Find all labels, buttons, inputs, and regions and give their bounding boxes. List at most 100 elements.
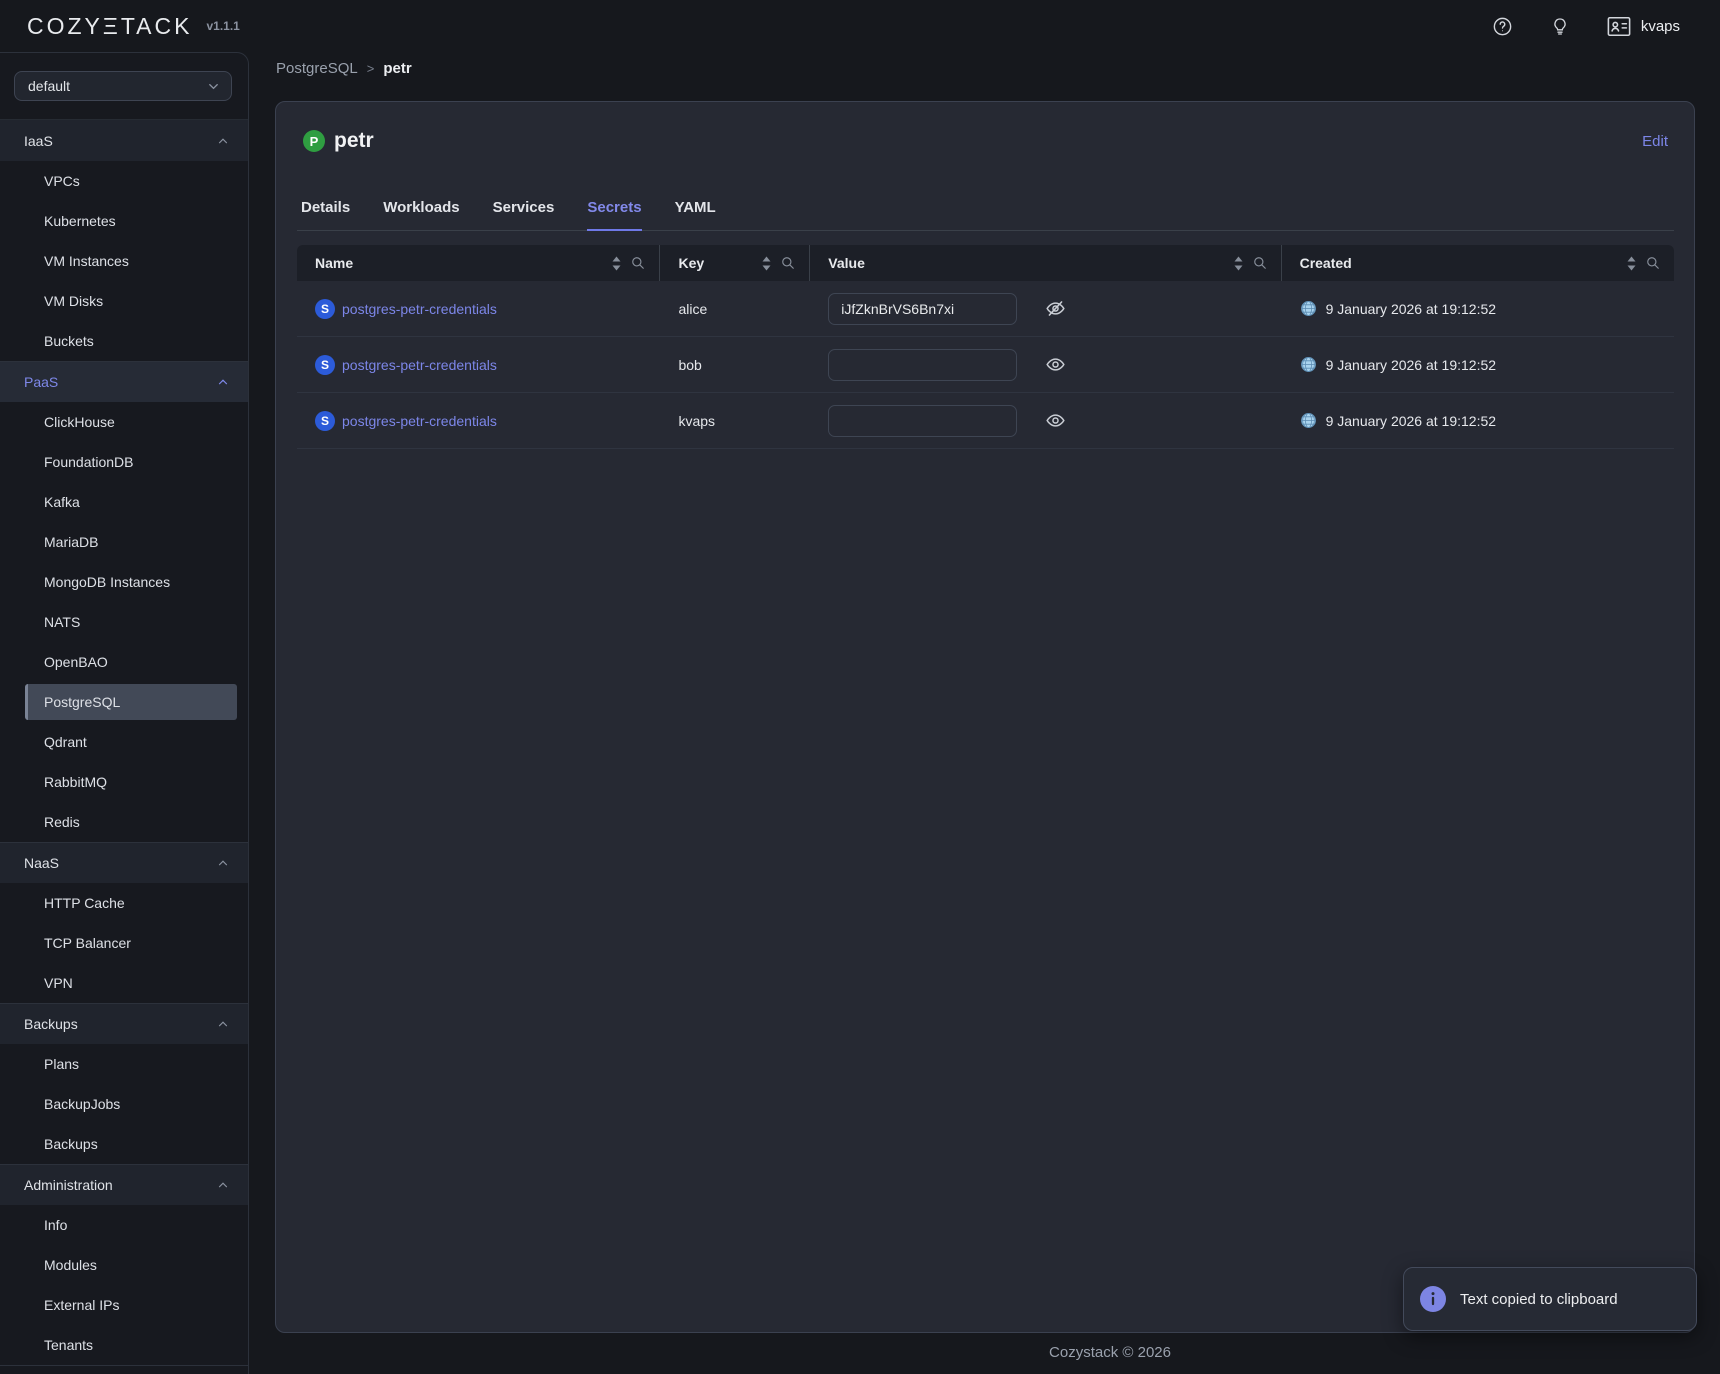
sidebar-item-clickhouse[interactable]: ClickHouse: [0, 402, 248, 442]
sidebar-item-label: MongoDB Instances: [44, 574, 170, 590]
tab-details[interactable]: Details: [301, 193, 350, 230]
section-header-backups[interactable]: Backups: [0, 1003, 248, 1044]
resource-card: P petr Edit DetailsWorkloadsServicesSecr…: [275, 101, 1695, 1333]
sidebar-item-kubernetes[interactable]: Kubernetes: [0, 201, 248, 241]
section-header-administration[interactable]: Administration: [0, 1164, 248, 1205]
sidebar-item-openbao[interactable]: OpenBAO: [0, 642, 248, 682]
secret-key: bob: [678, 357, 701, 373]
resource-badge: P: [303, 130, 325, 152]
search-icon[interactable]: [1253, 256, 1267, 270]
chevron-up-icon: [216, 375, 230, 389]
sidebar-item-vpn[interactable]: VPN: [0, 963, 248, 1003]
sidebar-item-backupjobs[interactable]: BackupJobs: [0, 1084, 248, 1124]
sidebar-item-backups[interactable]: Backups: [0, 1124, 248, 1164]
sidebar-item-rabbitmq[interactable]: RabbitMQ: [0, 762, 248, 802]
toggle-visibility-button[interactable]: [1045, 298, 1066, 319]
column-controls: [1233, 256, 1267, 271]
sort-icon[interactable]: [1626, 256, 1637, 271]
sidebar-item-vm-instances[interactable]: VM Instances: [0, 241, 248, 281]
search-icon[interactable]: [781, 256, 795, 270]
sort-icon[interactable]: [761, 256, 772, 271]
footer-text: Cozystack © 2026: [1049, 1344, 1171, 1361]
sidebar-item-label: FoundationDB: [44, 454, 134, 470]
sort-icon[interactable]: [611, 256, 622, 271]
user-menu[interactable]: kvaps: [1607, 16, 1680, 37]
section-label: Administration: [24, 1177, 113, 1193]
lightbulb-icon[interactable]: [1550, 16, 1570, 37]
sidebar-item-mariadb[interactable]: MariaDB: [0, 522, 248, 562]
sidebar-item-tenants[interactable]: Tenants: [0, 1325, 248, 1365]
toast-message: Text copied to clipboard: [1460, 1291, 1618, 1308]
globe-icon: [1300, 300, 1317, 317]
edit-button[interactable]: Edit: [1642, 133, 1668, 150]
sidebar-item-label: Kafka: [44, 494, 80, 510]
secret-name-link[interactable]: postgres-petr-credentials: [342, 301, 497, 317]
column-label: Name: [315, 255, 353, 271]
table-body: Spostgres-petr-credentialsalice9 January…: [297, 281, 1674, 449]
sidebar-item-kafka[interactable]: Kafka: [0, 482, 248, 522]
toggle-visibility-button[interactable]: [1045, 354, 1066, 375]
section-label: PaaS: [24, 374, 58, 390]
tab-secrets[interactable]: Secrets: [587, 193, 641, 231]
sidebar-item-external-ips[interactable]: External IPs: [0, 1285, 248, 1325]
section-header-iaas[interactable]: IaaS: [0, 120, 248, 161]
table-row: Spostgres-petr-credentialsalice9 January…: [297, 281, 1674, 337]
section-header-paas[interactable]: PaaS: [0, 361, 248, 402]
eye-icon: [1045, 410, 1066, 431]
sidebar-item-buckets[interactable]: Buckets: [0, 321, 248, 361]
chevron-up-icon: [216, 134, 230, 148]
cell-created: 9 January 2026 at 19:12:52: [1282, 393, 1674, 448]
created-date: 9 January 2026 at 19:12:52: [1326, 357, 1496, 373]
toggle-visibility-button[interactable]: [1045, 410, 1066, 431]
chevron-down-icon: [206, 79, 221, 94]
secret-name-link[interactable]: postgres-petr-credentials: [342, 413, 497, 429]
secret-value-input[interactable]: [828, 293, 1017, 325]
cell-value: [810, 337, 1281, 392]
secret-badge: S: [315, 299, 335, 319]
sort-icon[interactable]: [1233, 256, 1244, 271]
sidebar-item-qdrant[interactable]: Qdrant: [0, 722, 248, 762]
help-icon[interactable]: [1492, 16, 1513, 37]
section-label: NaaS: [24, 855, 59, 871]
section-header-naas[interactable]: NaaS: [0, 842, 248, 883]
sidebar-item-foundationdb[interactable]: FoundationDB: [0, 442, 248, 482]
sidebar-item-vpcs[interactable]: VPCs: [0, 161, 248, 201]
sidebar-item-info[interactable]: Info: [0, 1205, 248, 1245]
tab-yaml[interactable]: YAML: [675, 193, 716, 230]
created-date: 9 January 2026 at 19:12:52: [1326, 413, 1496, 429]
app-logo: COZYΞTACK: [27, 13, 192, 40]
secret-badge: S: [315, 411, 335, 431]
column-header-value: Value: [810, 245, 1281, 281]
sidebar-section-paas: PaaS ClickHouse FoundationDB Kafka MariaDB Mo…: [0, 361, 248, 842]
sidebar-item-mongodb-instances[interactable]: MongoDB Instances: [0, 562, 248, 602]
secret-name-link[interactable]: postgres-petr-credentials: [342, 357, 497, 373]
sidebar-item-vm-disks[interactable]: VM Disks: [0, 281, 248, 321]
tab-workloads[interactable]: Workloads: [383, 193, 459, 230]
cell-key: kvaps: [660, 393, 810, 448]
sidebar-item-postgresql[interactable]: PostgreSQL: [0, 682, 248, 722]
tab-services[interactable]: Services: [493, 193, 555, 230]
search-icon[interactable]: [1646, 256, 1660, 270]
tab-bar: Details Workloads Services Secrets YAML: [297, 193, 1674, 231]
sidebar-item-label: RabbitMQ: [44, 774, 107, 790]
secret-value-input[interactable]: [828, 349, 1017, 381]
sidebar-item-plans[interactable]: Plans: [0, 1044, 248, 1084]
breadcrumb-parent[interactable]: PostgreSQL: [276, 60, 358, 77]
sidebar-item-http-cache[interactable]: HTTP Cache: [0, 883, 248, 923]
sidebar-item-label: Kubernetes: [44, 213, 116, 229]
tenant-select[interactable]: default: [14, 71, 232, 101]
sidebar-item-modules[interactable]: Modules: [0, 1245, 248, 1285]
sidebar-item-nats[interactable]: NATS: [0, 602, 248, 642]
sidebar-item-tcp-balancer[interactable]: TCP Balancer: [0, 923, 248, 963]
top-bar: COZYΞTACK v1.1.1: [0, 0, 1720, 52]
search-icon[interactable]: [631, 256, 645, 270]
cell-created: 9 January 2026 at 19:12:52: [1282, 337, 1674, 392]
section-label: Backups: [24, 1016, 78, 1032]
sidebar-item-redis[interactable]: Redis: [0, 802, 248, 842]
sidebar-section-naas: NaaS HTTP CacheTCP BalancerVPN: [0, 842, 248, 1003]
secret-value-input[interactable]: [828, 405, 1017, 437]
sidebar-section-administration: Administration InfoModulesExternal IPsTen…: [0, 1164, 248, 1366]
column-header-created: Created: [1282, 245, 1674, 281]
globe-icon: [1300, 356, 1317, 373]
sidebar-item-label: Plans: [44, 1056, 79, 1072]
